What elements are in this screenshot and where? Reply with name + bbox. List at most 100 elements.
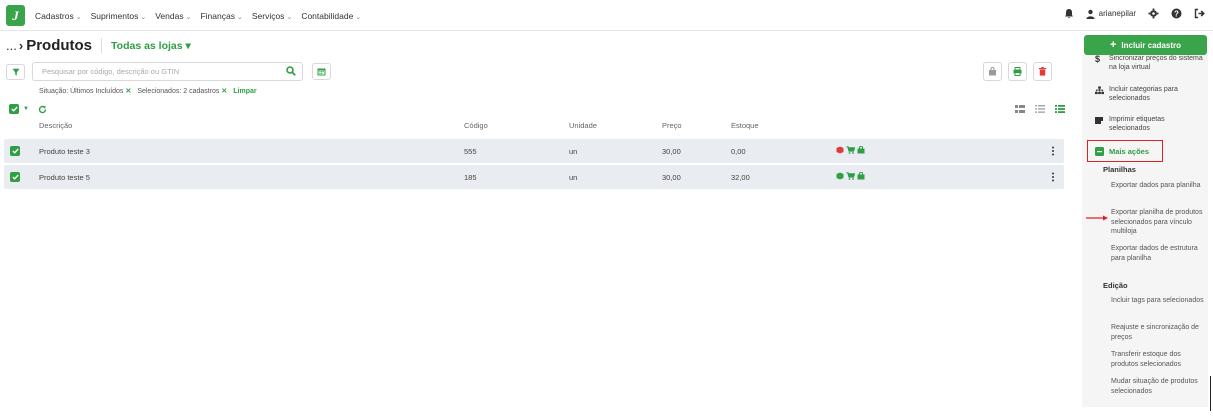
- action-export-multistore[interactable]: Exportar planilha de produtos selecionad…: [1111, 208, 1206, 237]
- filter-label: Selecionados: 2 cadastros: [137, 88, 220, 95]
- more-options-icon[interactable]: [1051, 146, 1055, 156]
- nav-suprimentos[interactable]: Suprimentos ⌄: [91, 11, 147, 21]
- cell-unidade: un: [569, 147, 578, 156]
- cell-estoque: 32,00: [731, 173, 750, 182]
- logout-icon[interactable]: [1194, 8, 1205, 19]
- table-header: Descrição Código Unidade Preço Estoque: [0, 121, 1070, 135]
- cell-descricao[interactable]: Produto teste 5: [39, 173, 90, 182]
- column-header[interactable]: Preço: [662, 121, 682, 130]
- check-icon: [11, 174, 19, 180]
- table-row[interactable]: Produto teste 5 185 un 30,00 32,00: [4, 165, 1064, 189]
- row-checkbox[interactable]: [10, 146, 20, 156]
- view-toggle: [1015, 105, 1065, 113]
- compact-list-icon[interactable]: [1035, 105, 1045, 113]
- select-all-checkbox[interactable]: [9, 104, 19, 114]
- bag-icon: [857, 172, 865, 180]
- more-actions-toggle[interactable]: Mais ações: [1087, 140, 1163, 162]
- chevron-down-icon: ⌄: [75, 14, 82, 21]
- more-actions-label: Mais ações: [1109, 146, 1150, 156]
- chevron-right-icon: ›: [18, 38, 24, 53]
- action-change-status[interactable]: Mudar situação de produtos selecionados: [1111, 377, 1206, 396]
- bell-icon[interactable]: [1064, 8, 1074, 19]
- grid-view-icon[interactable]: [1015, 105, 1025, 113]
- user-menu[interactable]: arianepilar: [1086, 9, 1136, 19]
- column-header[interactable]: Estoque: [731, 121, 759, 130]
- panel-item-labels[interactable]: Imprimir etiquetas selecionados: [1095, 115, 1204, 133]
- bag-icon: [989, 67, 996, 76]
- dollar-icon: $: [1095, 55, 1101, 64]
- panel-item-categories[interactable]: Incluir categorias para selecionados: [1095, 85, 1204, 103]
- nav-label: Vendas: [155, 11, 184, 21]
- action-export-spreadsheet[interactable]: Exportar dados para planilha: [1111, 181, 1206, 191]
- remove-filter-icon[interactable]: ✕: [125, 88, 131, 95]
- cell-estoque: 0,00: [731, 147, 746, 156]
- row-status-icons: [836, 146, 865, 154]
- search-input[interactable]: [32, 62, 303, 81]
- app-logo[interactable]: J: [6, 5, 25, 26]
- nav-label: Finanças: [200, 11, 235, 21]
- panel-item-sync-prices[interactable]: $ Sincronizar preços do sistema na loja …: [1095, 55, 1204, 72]
- cell-preco: 30,00: [662, 173, 681, 182]
- nav-financas[interactable]: Finanças ⌄: [200, 11, 242, 21]
- nav-cadastros[interactable]: Cadastros ⌄: [35, 11, 82, 21]
- row-checkbox[interactable]: [10, 172, 20, 182]
- scrollbar[interactable]: [1210, 376, 1211, 411]
- chevron-down-icon: ⌄: [236, 14, 243, 21]
- actions-panel: $ Sincronizar preços do sistema na loja …: [1082, 55, 1208, 407]
- cell-descricao[interactable]: Produto teste 3: [39, 147, 90, 156]
- main-nav: Cadastros ⌄ Suprimentos ⌄ Vendas ⌄ Finanças…: [35, 11, 361, 21]
- action-export-structure[interactable]: Exportar dados de estrutura para planilh…: [1111, 244, 1206, 263]
- refresh-icon[interactable]: [38, 105, 47, 114]
- store-button[interactable]: [983, 62, 1002, 81]
- trash-icon: [1039, 67, 1046, 76]
- chevron-down-icon: ⌄: [286, 14, 293, 21]
- tag-icon: [1095, 117, 1104, 125]
- action-include-tags[interactable]: Incluir tags para selecionados: [1111, 296, 1206, 306]
- print-button[interactable]: [1008, 62, 1027, 81]
- column-header[interactable]: Código: [464, 121, 488, 130]
- delete-button[interactable]: [1033, 62, 1052, 81]
- calendar-button[interactable]: [312, 63, 331, 80]
- column-header[interactable]: Descrição: [39, 121, 72, 130]
- chevron-down-icon[interactable]: ▼: [23, 106, 29, 112]
- filter-icon: [12, 68, 19, 76]
- page-title: Produtos: [26, 37, 93, 54]
- filter-button[interactable]: [6, 64, 25, 80]
- column-header[interactable]: Unidade: [569, 121, 597, 130]
- action-transfer-stock[interactable]: Transferir estoque dos produtos selecion…: [1111, 350, 1206, 369]
- more-options-icon[interactable]: [1051, 172, 1055, 182]
- arrow-right-icon: [1086, 215, 1108, 221]
- divider: [101, 38, 103, 53]
- help-icon[interactable]: ?: [1171, 8, 1182, 19]
- filter-label: Situação: Últimos Incluídos: [39, 88, 124, 95]
- nav-vendas[interactable]: Vendas ⌄: [155, 11, 191, 21]
- nav-label: Suprimentos: [90, 11, 139, 21]
- include-label: Incluir cadastro: [1121, 40, 1181, 50]
- clear-filters-link[interactable]: Limpar: [233, 88, 256, 95]
- cell-unidade: un: [569, 173, 578, 182]
- cart-icon: [846, 146, 855, 154]
- breadcrumb[interactable]: ...: [6, 38, 17, 53]
- gear-icon[interactable]: [1148, 8, 1159, 19]
- chevron-down-icon: ⌄: [185, 14, 192, 21]
- nav-servicos[interactable]: Serviços ⌄: [252, 11, 292, 21]
- nav-label: Serviços: [251, 11, 285, 21]
- bag-icon: [857, 146, 865, 154]
- active-filters: Situação: Últimos Incluídos ✕ Selecionado…: [39, 87, 257, 96]
- page-header: ... › Produtos Todas as lojas ▾: [6, 37, 191, 54]
- cell-codigo: 555: [464, 147, 477, 156]
- stores-selector[interactable]: Todas as lojas ▾: [111, 40, 191, 52]
- search-icon[interactable]: [286, 66, 296, 76]
- sitemap-icon: [1095, 86, 1104, 95]
- box-icon: [836, 172, 844, 180]
- box-icon: [836, 146, 844, 154]
- action-price-adjust[interactable]: Reajuste e sincronização de preços: [1111, 323, 1206, 342]
- chevron-down-icon: ⌄: [140, 14, 147, 21]
- table-row[interactable]: Produto teste 3 555 un 30,00 0,00: [4, 139, 1064, 163]
- list-view-icon[interactable]: [1055, 105, 1065, 113]
- include-button[interactable]: + Incluir cadastro: [1084, 35, 1207, 55]
- remove-filter-icon[interactable]: ✕: [221, 88, 227, 95]
- cell-codigo: 185: [464, 173, 477, 182]
- nav-contabilidade[interactable]: Contabilidade ⌄: [301, 11, 361, 21]
- minus-square-icon: [1095, 146, 1104, 156]
